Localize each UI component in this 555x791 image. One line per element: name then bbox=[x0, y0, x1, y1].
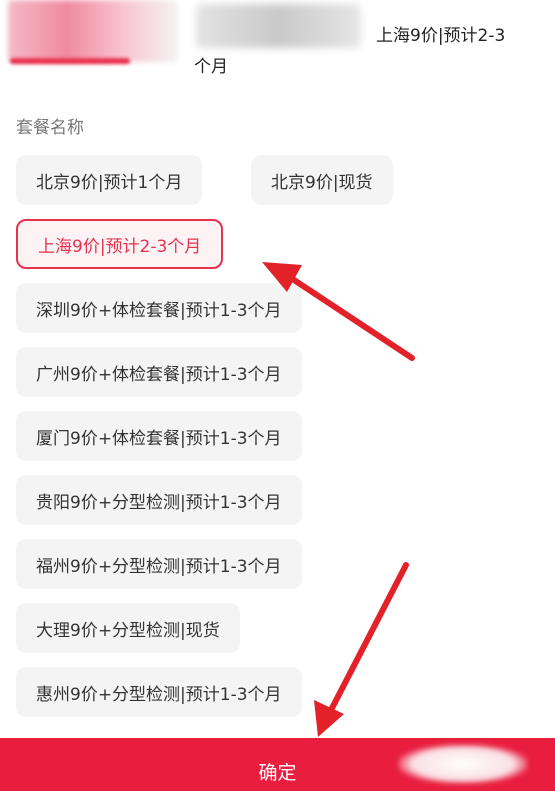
package-section-label: 套餐名称 bbox=[16, 118, 84, 138]
blurred-product-text bbox=[196, 4, 361, 48]
package-option-fuzhou[interactable]: 福州9价+分型检测|预计1-3个月 bbox=[16, 539, 302, 589]
package-option-dali[interactable]: 大理9价+分型检测|现货 bbox=[16, 603, 240, 653]
package-option-guiyang[interactable]: 贵阳9价+分型检测|预计1-3个月 bbox=[16, 475, 302, 525]
package-option-huizhou[interactable]: 惠州9价+分型检测|预计1-3个月 bbox=[16, 667, 302, 717]
blurred-price bbox=[10, 58, 130, 64]
confirm-button-label: 确定 bbox=[258, 762, 297, 784]
package-option-beijing-instock[interactable]: 北京9价|现货 bbox=[251, 155, 393, 205]
blurred-watermark bbox=[398, 744, 528, 784]
arrow-to-confirm-button bbox=[314, 562, 409, 737]
selected-package-summary-suffix: 个月 bbox=[194, 57, 228, 77]
package-option-shenzhen[interactable]: 深圳9价+体检套餐|预计1-3个月 bbox=[16, 283, 302, 333]
package-option-xiamen[interactable]: 厦门9价+体检套餐|预计1-3个月 bbox=[16, 411, 302, 461]
package-option-beijing-1m[interactable]: 北京9价|预计1个月 bbox=[16, 155, 203, 205]
product-thumbnail bbox=[8, 0, 178, 62]
package-option-shanghai-selected[interactable]: 上海9价|预计2-3个月 bbox=[16, 219, 224, 269]
selected-package-summary: 上海9价|预计2-3 bbox=[376, 26, 506, 46]
product-header: 上海9价|预计2-3 个月 bbox=[0, 0, 555, 95]
package-option-guangzhou[interactable]: 广州9价+体检套餐|预计1-3个月 bbox=[16, 347, 302, 397]
